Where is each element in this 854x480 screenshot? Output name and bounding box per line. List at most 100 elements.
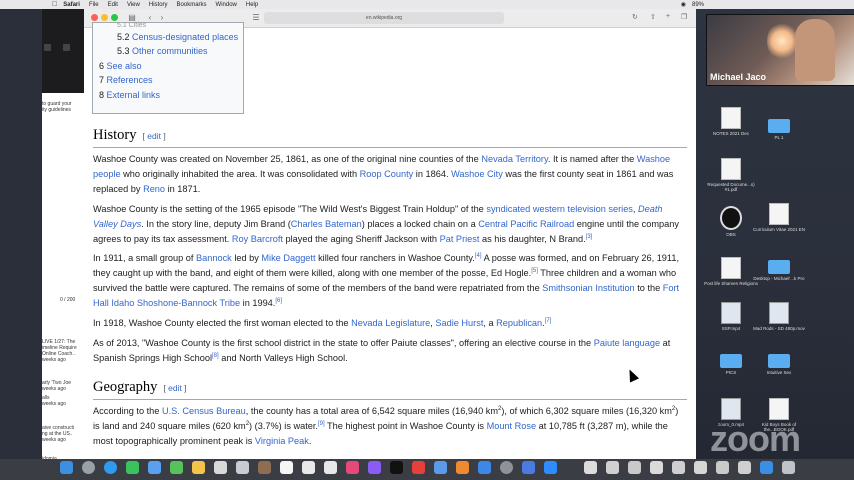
link[interactable]: Pat Priest	[440, 234, 480, 244]
toc-item-label[interactable]: Other communities	[132, 46, 208, 56]
menu-help[interactable]: Help	[246, 2, 258, 8]
podcasts-icon[interactable]	[368, 461, 381, 474]
citation[interactable]: [5]	[531, 268, 538, 274]
link[interactable]: Mount Rose	[487, 421, 537, 431]
menu-bookmarks[interactable]: Bookmarks	[177, 2, 207, 8]
background-window[interactable]: to guard your ity guidelines 0 / 200 LIV…	[42, 9, 84, 459]
pages-icon[interactable]	[456, 461, 469, 474]
link[interactable]: U.S. Census Bureau	[162, 406, 246, 416]
citation[interactable]: [3]	[586, 234, 593, 240]
apple-menu-icon[interactable]: 	[52, 1, 57, 8]
photos-icon[interactable]	[192, 461, 205, 474]
messages-icon[interactable]	[126, 461, 139, 474]
safari-icon[interactable]	[104, 461, 117, 474]
document-stack-icon[interactable]	[650, 461, 663, 474]
citation[interactable]: [6]	[275, 298, 282, 304]
text-fragment[interactable]: alls weeks ago	[42, 395, 66, 407]
calendar-icon[interactable]	[280, 461, 293, 474]
document-stack-icon[interactable]	[694, 461, 707, 474]
document-stack-icon[interactable]	[716, 461, 729, 474]
toc-item-label[interactable]: References	[107, 75, 153, 85]
link[interactable]: Roop County	[360, 169, 414, 179]
wifi-icon[interactable]: ◉	[681, 1, 686, 8]
citation[interactable]: [8]	[212, 353, 219, 359]
text-fragment[interactable]: aive constructi ng at the US.. weeks ago	[42, 425, 74, 443]
toc-cut-item[interactable]: 5.1 Cities	[117, 22, 146, 29]
document-stack-icon[interactable]	[672, 461, 685, 474]
address-bar[interactable]: en.wikipedia.org	[264, 12, 504, 24]
link[interactable]: Nevada Legislature	[351, 318, 430, 328]
desktop-file-icon[interactable]: Mad Rods - SD 480p.mov	[750, 302, 808, 331]
link[interactable]: Reno	[143, 184, 165, 194]
link[interactable]: Smithsonian Institution	[542, 283, 634, 293]
desktop-folder-icon[interactable]: Desktop - Michael'...k Pro	[750, 256, 808, 281]
mail-icon[interactable]	[148, 461, 161, 474]
notes-icon[interactable]	[302, 461, 315, 474]
toc-item[interactable]: 5.2 Census-designated places	[117, 32, 238, 42]
link[interactable]: Charles Bateman	[291, 219, 362, 229]
desktop-folder-icon[interactable]: PL 1	[750, 115, 808, 140]
menu-view[interactable]: View	[127, 2, 140, 8]
link[interactable]: Nevada Territory	[481, 154, 548, 164]
link[interactable]: Washoe City	[451, 169, 503, 179]
document-stack-icon[interactable]	[584, 461, 597, 474]
toc-item[interactable]: 7 References	[99, 75, 153, 85]
reload-icon[interactable]: ↻	[632, 13, 638, 21]
menu-app[interactable]: Safari	[63, 2, 80, 8]
document-stack-icon[interactable]	[606, 461, 619, 474]
link[interactable]: Bannock	[196, 253, 232, 263]
maps-icon[interactable]	[170, 461, 183, 474]
tv-icon[interactable]	[390, 461, 403, 474]
toc-item-label[interactable]: External links	[107, 90, 161, 100]
toc-item[interactable]: 5.3 Other communities	[117, 46, 208, 56]
text-fragment[interactable]: arly 'Two Joe weeks ago	[42, 380, 71, 392]
launchpad-icon[interactable]	[82, 461, 95, 474]
chrome-icon[interactable]	[214, 461, 227, 474]
battery-percent[interactable]: 89%	[692, 2, 704, 8]
desktop-file-icon[interactable]: Curriculum Vitae 2021 EN	[750, 203, 808, 232]
vpn-icon[interactable]	[522, 461, 535, 474]
link[interactable]: Sadie Hurst	[435, 318, 483, 328]
desktop-file-icon[interactable]: Requested Docume...s) #1.pdf	[702, 158, 760, 192]
link[interactable]: Paiute language	[594, 338, 660, 348]
link[interactable]: Mike Daggett	[261, 253, 315, 263]
citation[interactable]: [4]	[475, 253, 482, 259]
document-stack-icon[interactable]	[628, 461, 641, 474]
preview-icon[interactable]	[236, 461, 249, 474]
new-tab-icon[interactable]: +	[666, 13, 670, 20]
reader-icon[interactable]: ☰	[250, 13, 262, 23]
system-preferences-icon[interactable]	[500, 461, 513, 474]
link[interactable]: Republican	[496, 318, 542, 328]
geography-edit-label[interactable]: edit	[168, 383, 182, 393]
minimize-window-button[interactable]	[101, 14, 108, 21]
menu-edit[interactable]: Edit	[108, 2, 118, 8]
reminders-icon[interactable]	[324, 461, 337, 474]
toc-item[interactable]: 8 External links	[99, 90, 160, 100]
desktop-folder-icon[interactable]: Intuitive Sex	[750, 350, 808, 375]
zoom-window-button[interactable]	[111, 14, 118, 21]
trash-icon[interactable]	[782, 461, 795, 474]
toc-item-label[interactable]: See also	[107, 61, 142, 71]
finder-icon[interactable]	[60, 461, 73, 474]
app-store-icon[interactable]	[478, 461, 491, 474]
video-participant-tile[interactable]: Michael Jaco	[706, 14, 854, 86]
history-edit-label[interactable]: edit	[147, 131, 161, 141]
geography-edit-link[interactable]: [ edit ]	[163, 383, 186, 393]
books-icon[interactable]	[258, 461, 271, 474]
link[interactable]: Central Pacific Railroad	[478, 219, 574, 229]
news-icon[interactable]	[412, 461, 425, 474]
toc-item[interactable]: 6 See also	[99, 61, 142, 71]
link[interactable]: Roy Barcroft	[232, 234, 283, 244]
menu-history[interactable]: History	[149, 2, 168, 8]
citation[interactable]: [7]	[545, 318, 552, 324]
zoom-app-icon[interactable]	[544, 461, 557, 474]
share-icon[interactable]: ⇧	[650, 13, 656, 21]
document-stack-icon[interactable]	[738, 461, 751, 474]
history-edit-link[interactable]: [ edit ]	[143, 131, 166, 141]
text-fragment[interactable]: LIVE 1/27: The imeline Require Online Co…	[42, 339, 77, 363]
menu-file[interactable]: File	[89, 2, 99, 8]
close-window-button[interactable]	[91, 14, 98, 21]
menu-window[interactable]: Window	[216, 2, 237, 8]
music-icon[interactable]	[346, 461, 359, 474]
link[interactable]: syndicated western television series	[486, 204, 633, 214]
